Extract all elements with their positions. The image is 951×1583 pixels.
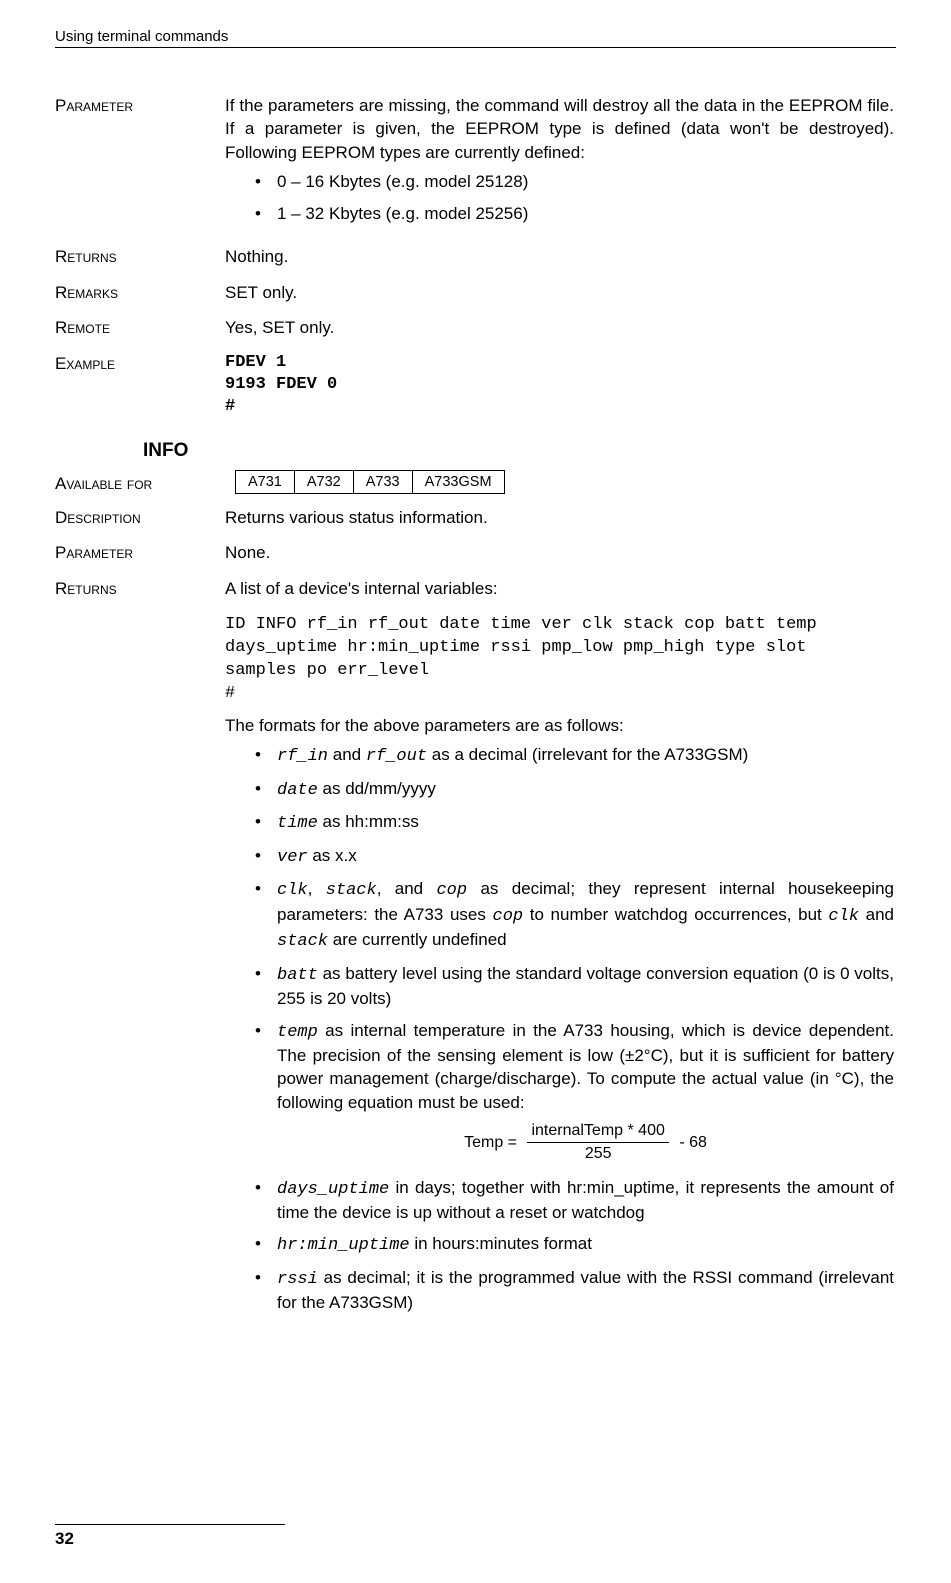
code-line: FDEV 1 xyxy=(225,352,894,374)
text: as battery level using the standard volt… xyxy=(277,964,894,1008)
info-description-text: Returns various status information. xyxy=(225,506,896,529)
running-header: Using terminal commands xyxy=(55,28,896,48)
text: in hours:minutes format xyxy=(410,1234,592,1253)
list-item: days_uptime in days; together with hr:mi… xyxy=(255,1176,894,1225)
t: , xyxy=(308,879,326,898)
code-token: clk xyxy=(828,907,859,926)
info-returns-code: ID INFO rf_in rf_out date time ver clk s… xyxy=(225,614,894,706)
code-line: # xyxy=(225,396,894,418)
temp-equation: Temp = internalTemp * 400 255 - 68 xyxy=(277,1120,894,1165)
model-cell: A733GSM xyxy=(412,470,504,493)
list-item: rf_in and rf_out as a decimal (irrelevan… xyxy=(255,743,894,768)
formats-list: rf_in and rf_out as a decimal (irrelevan… xyxy=(225,743,894,1314)
code-token: ver xyxy=(277,848,308,867)
formats-intro: The formats for the above parameters are… xyxy=(225,714,894,737)
label-description: Description xyxy=(55,506,225,529)
fdev-remarks-text: SET only. xyxy=(225,281,896,304)
text: as x.x xyxy=(308,846,357,865)
fdev-example-code: FDEV 1 9193 FDEV 0 # xyxy=(225,352,896,418)
label-available-for: Available for xyxy=(55,472,225,494)
code-token: time xyxy=(277,814,318,833)
text: as hh:mm:ss xyxy=(318,812,419,831)
code-token: hr:min_uptime xyxy=(277,1236,410,1255)
t: and xyxy=(859,905,894,924)
code-token: days_uptime xyxy=(277,1180,389,1199)
list-item: date as dd/mm/yyyy xyxy=(255,777,894,802)
t: to number watchdog occurrences, but xyxy=(523,905,828,924)
label-parameter: Parameter xyxy=(55,94,225,233)
label-example: Example xyxy=(55,352,225,418)
list-item: clk, stack, and cop as decimal; they rep… xyxy=(255,877,894,953)
label-remote: Remote xyxy=(55,316,225,339)
code-line: 9193 FDEV 0 xyxy=(225,374,894,396)
label-parameter: Parameter xyxy=(55,541,225,564)
info-returns-body: A list of a device's internal variables:… xyxy=(225,577,896,1323)
code-token: temp xyxy=(277,1023,318,1042)
t: , and xyxy=(377,879,437,898)
section-title-info: INFO xyxy=(55,440,896,462)
code-token: clk xyxy=(277,881,308,900)
code-token: cop xyxy=(436,881,467,900)
fdev-remote-text: Yes, SET only. xyxy=(225,316,896,339)
code-token: rf_in xyxy=(277,747,328,766)
list-item: batt as battery level using the standard… xyxy=(255,962,894,1011)
text: as a decimal (irrelevant for the A733GSM… xyxy=(427,745,748,764)
t: are currently undefined xyxy=(328,930,507,949)
text: as internal temperature in the A733 hous… xyxy=(277,1021,894,1112)
fraction: internalTemp * 400 255 xyxy=(527,1120,668,1165)
code-token: cop xyxy=(493,907,524,926)
model-cell: A732 xyxy=(294,470,353,493)
model-cell: A733 xyxy=(353,470,412,493)
code-token: rssi xyxy=(277,1270,318,1289)
eq-lhs: Temp = xyxy=(464,1134,521,1151)
model-cell: A731 xyxy=(236,470,295,493)
text: as dd/mm/yyyy xyxy=(318,779,436,798)
fdev-parameter-body: If the parameters are missing, the comma… xyxy=(225,94,896,233)
fraction-denominator: 255 xyxy=(527,1143,668,1165)
code-token: stack xyxy=(326,881,377,900)
fdev-parameter-text: If the parameters are missing, the comma… xyxy=(225,96,894,162)
available-for-body: A731 A732 A733 A733GSM xyxy=(225,472,896,494)
list-item: time as hh:mm:ss xyxy=(255,810,894,835)
info-returns-text: A list of a device's internal variables: xyxy=(225,579,498,598)
page-number: 32 xyxy=(55,1529,896,1549)
list-item: 0 – 16 Kbytes (e.g. model 25128) xyxy=(255,170,894,193)
text: as decimal; it is the programmed value w… xyxy=(277,1268,894,1312)
list-item: temp as internal temperature in the A733… xyxy=(255,1019,894,1166)
list-item: ver as x.x xyxy=(255,844,894,869)
code-token: date xyxy=(277,781,318,800)
info-parameter-text: None. xyxy=(225,541,896,564)
fdev-param-list: 0 – 16 Kbytes (e.g. model 25128) 1 – 32 … xyxy=(225,170,894,225)
fraction-numerator: internalTemp * 400 xyxy=(527,1120,668,1143)
code-token: stack xyxy=(277,932,328,951)
label-returns: Returns xyxy=(55,577,225,1323)
text: and xyxy=(328,745,366,764)
eq-rhs: - 68 xyxy=(679,1134,707,1151)
list-item: 1 – 32 Kbytes (e.g. model 25256) xyxy=(255,202,894,225)
list-item: rssi as decimal; it is the programmed va… xyxy=(255,1266,894,1315)
fdev-returns-text: Nothing. xyxy=(225,245,896,268)
content-grid: Parameter If the parameters are missing,… xyxy=(55,94,896,1323)
available-models-table: A731 A732 A733 A733GSM xyxy=(235,470,505,494)
label-remarks: Remarks xyxy=(55,281,225,304)
list-item: hr:min_uptime in hours:minutes format xyxy=(255,1232,894,1257)
footer-rule xyxy=(55,1524,285,1525)
code-token: batt xyxy=(277,966,318,985)
label-returns: Returns xyxy=(55,245,225,268)
code-token: rf_out xyxy=(366,747,427,766)
page-footer: 32 xyxy=(55,1524,896,1549)
